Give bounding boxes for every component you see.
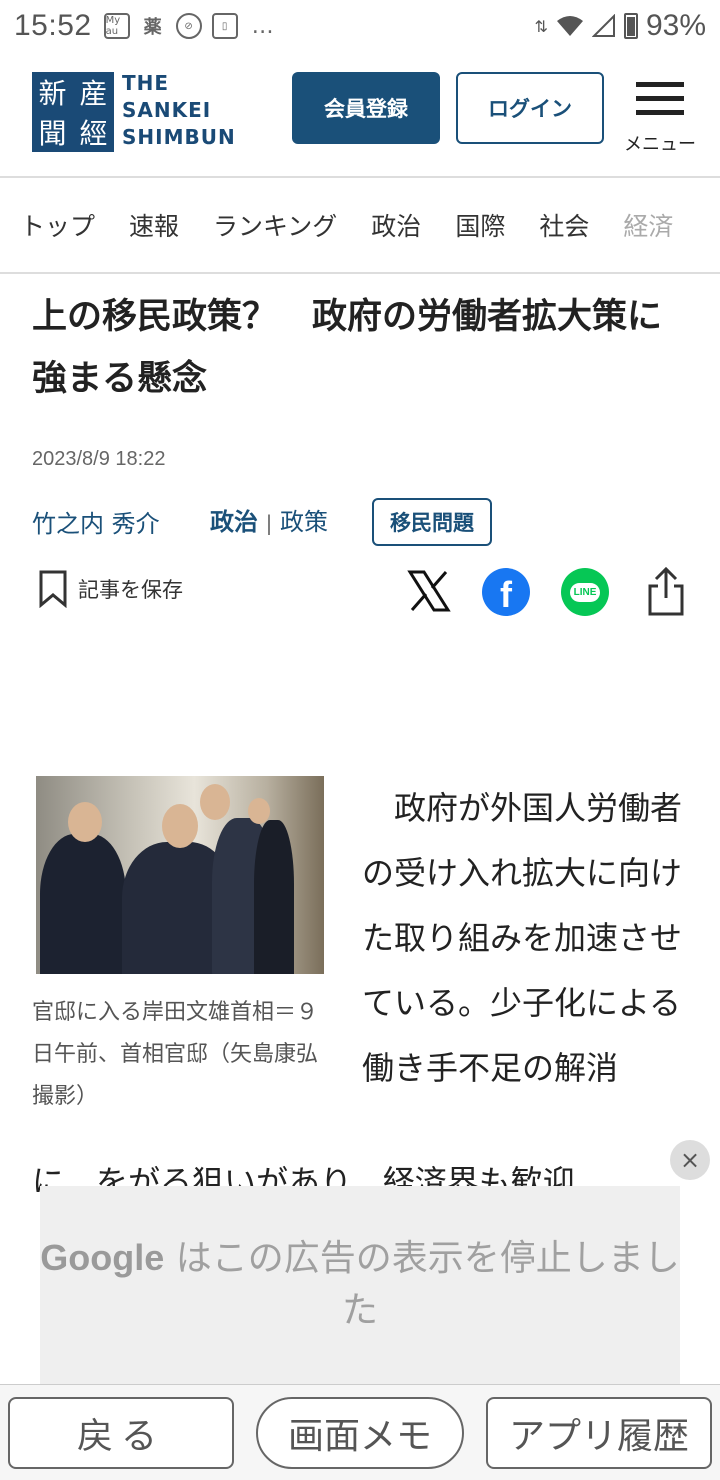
screen-memo-button[interactable]: 画面メモ <box>256 1397 464 1469</box>
ad-stopped-text: はこの広告の表示を停止しました <box>164 1238 680 1331</box>
data-arrows-icon: ⇅ <box>534 16 548 36</box>
nav-item-economy[interactable]: 経済 <box>623 207 673 243</box>
nav-item-politics[interactable]: 政治 <box>371 207 421 243</box>
facebook-share-icon[interactable]: f <box>482 568 530 616</box>
nav-item-top[interactable]: トップ <box>20 207 95 243</box>
sankei-logo[interactable]: 新 産 聞 經 <box>32 72 114 152</box>
menu-label: メニュー <box>624 134 696 155</box>
logo-line: SHIMBUN <box>122 125 236 149</box>
block-icon: ⊘ <box>175 13 202 39</box>
logo-kanji: 經 <box>79 117 108 150</box>
article-meta: 竹之内 秀介 政治 | 政策 移民問題 <box>32 496 692 546</box>
battery-icon <box>623 13 638 39</box>
photo-figure-head <box>248 798 270 824</box>
article-body: 政府が外国人労働者の受け入れ拡大に向けた取り組みを加速させている。少子化による働… <box>362 789 683 1087</box>
ad-slot: Google はこの広告の表示を停止しました <box>40 1186 680 1384</box>
browser-bottom-bar: 戻る 画面メモ アプリ履歴 <box>0 1384 720 1480</box>
article-photo[interactable] <box>36 776 324 974</box>
save-article-label: 記事を保存 <box>78 578 183 602</box>
google-brand: Google <box>40 1237 165 1278</box>
share-icon[interactable] <box>644 566 688 618</box>
clock: 15:52 <box>14 9 92 42</box>
photo-figure <box>254 820 294 974</box>
x-share-icon[interactable] <box>406 568 452 614</box>
article-title: 上の移民政策？ 政府の労働者拡大策に強まる懸念 <box>32 297 663 399</box>
nav-item-world[interactable]: 国際 <box>455 207 505 243</box>
battery-percent: 93% <box>645 9 706 42</box>
logo-kanji: 産 <box>79 77 108 110</box>
login-button[interactable]: ログイン <box>456 72 604 144</box>
logo-kanji: 聞 <box>38 117 67 150</box>
photo-figure-head <box>68 802 102 842</box>
menu-button[interactable]: メニュー <box>620 78 700 158</box>
ad-stopped-message: Google はこの広告の表示を停止しました <box>40 1232 680 1337</box>
photo-figure <box>40 834 126 974</box>
photo-figure-head <box>162 804 198 848</box>
nav-item-society[interactable]: 社会 <box>539 207 589 243</box>
close-icon[interactable]: × <box>670 1140 710 1180</box>
save-article-button[interactable]: 記事を保存 <box>38 570 183 608</box>
system-icons: ⇅ 93% <box>535 9 706 43</box>
pharmacy-icon: 薬 <box>143 17 162 38</box>
bookmark-icon <box>39 570 67 608</box>
nav-item-breaking[interactable]: 速報 <box>129 207 179 243</box>
line-share-icon[interactable]: LINE <box>561 568 609 616</box>
site-header: 新 産 聞 經 THE SANKEI SHIMBUN 会員登録 ログイン メニュ… <box>0 52 720 178</box>
app-history-button[interactable]: アプリ履歴 <box>486 1397 712 1469</box>
hamburger-icon <box>636 96 684 101</box>
logo-line: THE <box>122 71 170 95</box>
hamburger-icon <box>636 82 684 87</box>
signal-icon <box>591 14 615 37</box>
logo-wordmark[interactable]: THE SANKEI SHIMBUN <box>122 70 236 151</box>
logo-line: SANKEI <box>122 98 212 122</box>
category-nav: トップ 速報 ランキング 政治 国際 社会 経済 <box>0 178 720 274</box>
notification-icons: My au 薬 ⊘ ▯ … <box>103 13 274 39</box>
photo-caption: 官邸に入る岸田文雄首相＝９日午前、首相官邸（矢島康弘撮影） <box>32 1000 319 1109</box>
hamburger-icon <box>636 110 684 115</box>
category-breadcrumb: 政治 | 政策 <box>210 502 328 537</box>
category-separator: | <box>265 511 273 535</box>
author-link[interactable]: 竹之内 秀介 <box>32 504 160 539</box>
register-button[interactable]: 会員登録 <box>292 72 440 144</box>
status-bar: 15:52 My au 薬 ⊘ ▯ … ⇅ 93% <box>0 0 720 52</box>
wifi-icon <box>556 16 583 36</box>
my-au-icon: My au <box>103 13 130 39</box>
photo-figure-head <box>200 784 230 820</box>
more-notifications-icon: … <box>251 13 274 39</box>
back-button[interactable]: 戻る <box>8 1397 234 1469</box>
logo-kanji: 新 <box>38 77 67 110</box>
screenshot-icon: ▯ <box>211 13 238 39</box>
category-main-link[interactable]: 政治 <box>210 508 258 536</box>
nav-item-ranking[interactable]: ランキング <box>213 207 337 243</box>
category-sub-link[interactable]: 政策 <box>280 508 328 536</box>
topic-tag[interactable]: 移民問題 <box>372 498 492 546</box>
article-date: 2023/8/9 18:22 <box>32 448 166 470</box>
